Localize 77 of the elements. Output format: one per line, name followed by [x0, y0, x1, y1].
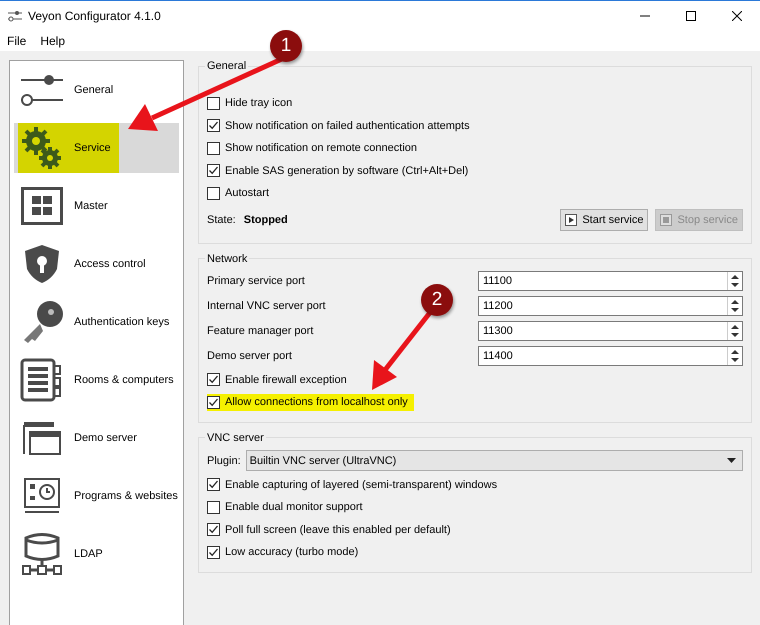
play-icon [565, 214, 578, 226]
sidebar-item[interactable]: LDAP [14, 529, 179, 579]
checkbox-label: Enable dual monitor support [225, 501, 363, 514]
screen-clock-icon [22, 477, 62, 515]
menu-item[interactable]: File [7, 34, 26, 48]
sidebar-label: Rooms & computers [74, 374, 174, 386]
caret-icon[interactable] [727, 458, 736, 463]
spin-arrows-icon[interactable] [731, 300, 739, 312]
port-spinbox[interactable]: 11200 [478, 296, 743, 316]
sidebar-label: Service [74, 142, 111, 154]
port-label: Primary service port [207, 275, 305, 287]
sidebar-item[interactable]: Service [14, 123, 179, 173]
sidebar-item[interactable]: Access control [14, 239, 179, 289]
database-network-icon [21, 532, 63, 576]
plugin-dropdown[interactable]: Builtin VNC server (UltraVNC) [246, 450, 743, 471]
group-title: Network [206, 252, 248, 264]
checkbox-label: Allow connections from localhost only [225, 396, 408, 408]
window-title: Veyon Configurator 4.1.0 [28, 8, 162, 22]
checkbox[interactable] [207, 523, 220, 536]
checkbox[interactable] [207, 396, 220, 409]
sidebar-label: Programs & websites [74, 490, 178, 502]
checkbox-label: Poll full screen (leave this enabled per default) [225, 524, 451, 536]
menu-item[interactable]: Help [40, 34, 66, 48]
port-label: Internal VNC server port [207, 300, 326, 312]
app-icon [8, 10, 22, 22]
stop-icon [660, 214, 672, 226]
sidebar-label: General [74, 84, 114, 96]
sidebar-label: Master [74, 200, 108, 212]
sidebar-label: Authentication keys [74, 316, 170, 328]
sidebar-item[interactable]: General [14, 65, 179, 115]
checkbox[interactable] [207, 546, 220, 559]
state-label: State: [207, 214, 236, 226]
checkbox[interactable] [207, 142, 220, 155]
step-number-badge: 2 [421, 284, 453, 316]
checkbox-label: Low accuracy (turbo mode) [225, 546, 358, 558]
sidebar-label: Demo server [74, 432, 137, 444]
shield-icon [22, 243, 62, 285]
service-button[interactable]: Start service [560, 208, 648, 230]
checkbox-label: Autostart [225, 187, 270, 200]
windows-icon [20, 420, 64, 456]
checkbox-label: Hide tray icon [225, 97, 292, 110]
sidebar-item[interactable]: Demo server [14, 413, 179, 463]
maximize-icon[interactable] [686, 10, 696, 20]
gears-icon [22, 126, 62, 170]
state-value: Stopped [244, 214, 289, 226]
sidebar-item[interactable]: Master [14, 181, 179, 231]
spin-arrows-icon[interactable] [731, 275, 739, 287]
checkbox-label: Enable firewall exception [225, 374, 347, 386]
checkbox[interactable] [207, 500, 220, 514]
port-label: Feature manager port [207, 325, 314, 337]
close-icon[interactable] [732, 10, 742, 20]
port-label: Demo server port [207, 350, 292, 362]
sidebar-item[interactable]: Authentication keys [14, 297, 179, 347]
port-spinbox[interactable]: 11300 [478, 321, 743, 341]
spin-arrows-icon[interactable] [731, 325, 739, 337]
sidebar-item[interactable]: Rooms & computers [14, 355, 179, 405]
checkbox[interactable] [207, 164, 220, 178]
checkbox[interactable] [207, 119, 220, 132]
port-spinbox[interactable]: 11100 [478, 271, 743, 291]
checkbox-label: Show notification on failed authentication attempts [225, 120, 470, 132]
grid-icon [21, 187, 63, 225]
sidebar-label: LDAP [74, 548, 103, 560]
list-icon [20, 358, 64, 402]
checkbox[interactable] [207, 186, 220, 200]
checkbox[interactable] [207, 478, 220, 492]
checkbox-label: Enable SAS generation by software (Ctrl+Alt+Del) [225, 164, 468, 177]
sidebar-label: Access control [74, 258, 146, 270]
checkbox-label: Enable capturing of layered (semi-transparent) windows [225, 478, 498, 491]
plugin-label: Plugin: [207, 454, 241, 466]
group-title: VNC server [206, 432, 265, 444]
port-spinbox[interactable]: 11400 [478, 346, 743, 366]
sidebar-item[interactable]: Programs & websites [14, 471, 179, 521]
checkbox[interactable] [207, 96, 220, 110]
checkbox[interactable] [207, 373, 220, 386]
checkbox-label: Show notification on remote connection [225, 142, 418, 154]
group-title: General [206, 60, 248, 72]
spin-arrows-icon[interactable] [731, 350, 739, 362]
